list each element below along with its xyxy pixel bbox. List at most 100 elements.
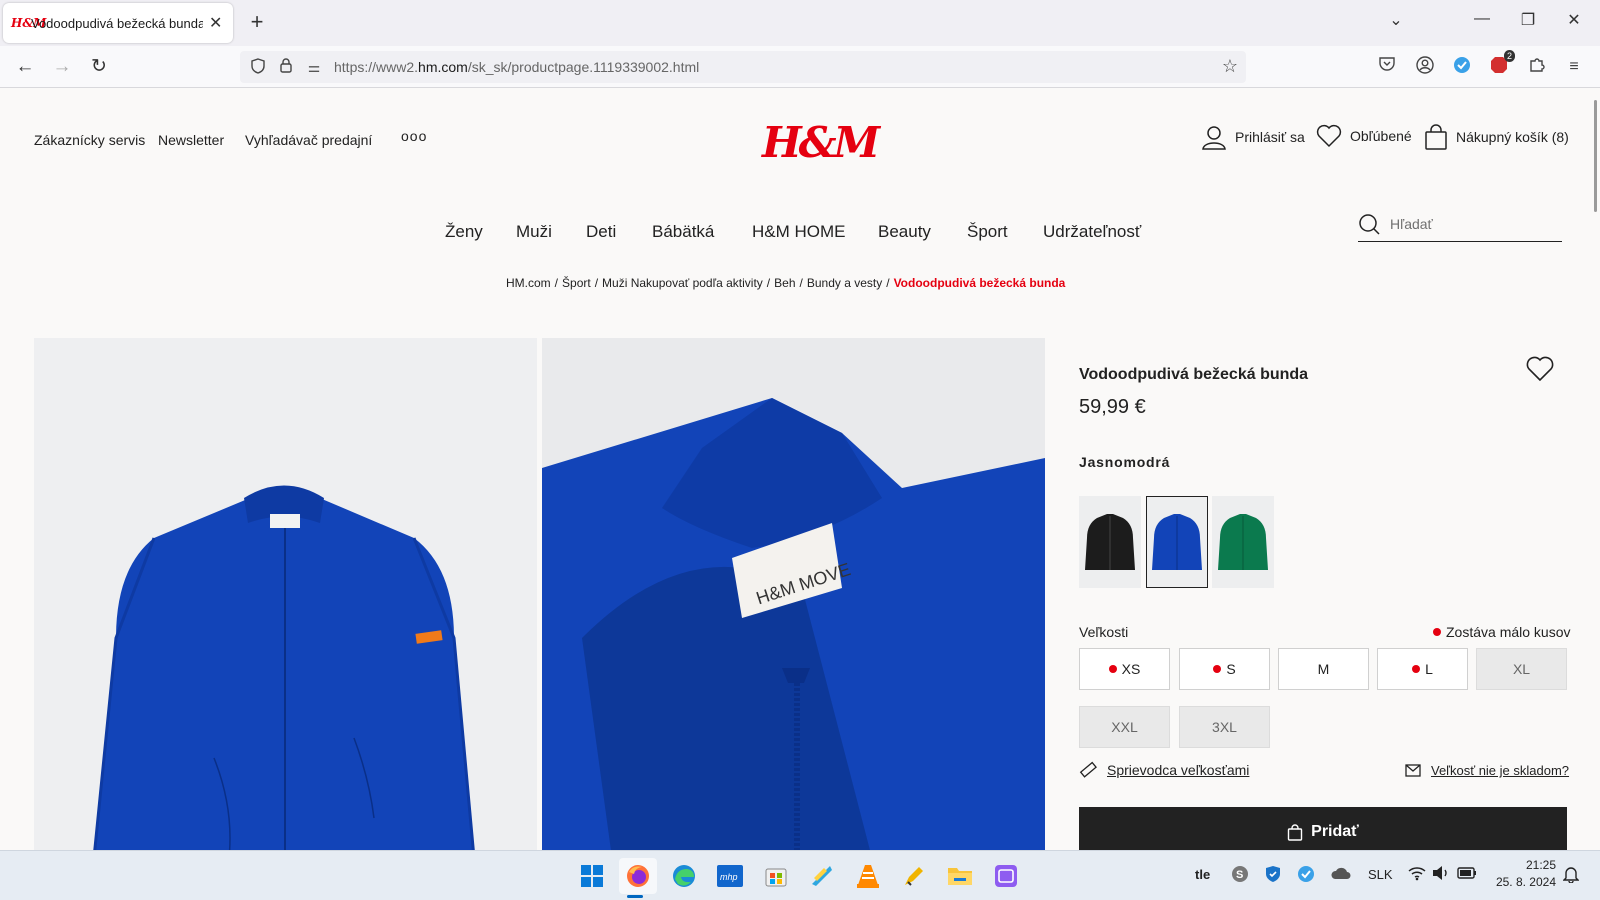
permissions-icon[interactable]: ⚌ — [300, 59, 328, 76]
tab-list-icon[interactable]: ⌄ — [1381, 10, 1411, 30]
newsletter-link[interactable]: Newsletter — [158, 132, 224, 148]
mhp-icon[interactable]: mhp — [711, 858, 749, 894]
heart-icon — [1316, 124, 1342, 148]
vlc-icon[interactable] — [849, 858, 887, 894]
defender-icon[interactable] — [1264, 865, 1282, 886]
shopping-bag-icon — [1287, 823, 1303, 841]
breadcrumb-item[interactable]: Bundy a vesty — [807, 276, 882, 290]
notification-bell-icon[interactable] — [1562, 865, 1580, 886]
url-text[interactable]: https://www2.hm.com/sk_sk/productpage.11… — [334, 59, 699, 75]
product-image-detail[interactable]: H&M MOVE — [542, 338, 1045, 850]
reload-icon[interactable]: ↻ — [86, 54, 112, 80]
pocket-icon[interactable] — [1375, 56, 1399, 78]
size-notify-link[interactable]: Veľkosť nie je skladom? — [1405, 763, 1569, 778]
pen-icon[interactable] — [895, 858, 933, 894]
extension-badge: 2 — [1503, 50, 1515, 62]
breadcrumb-item[interactable]: Beh — [774, 276, 795, 290]
search-icon[interactable] — [1358, 213, 1380, 235]
size-xl-button[interactable]: XL — [1476, 648, 1567, 690]
nav-men[interactable]: Muži — [516, 222, 552, 242]
breadcrumb-item[interactable]: Šport — [562, 276, 591, 290]
folder-icon[interactable] — [941, 858, 979, 894]
nav-sustainability[interactable]: Udržateľnosť — [1043, 222, 1141, 242]
onedrive-icon[interactable] — [1331, 866, 1351, 883]
store-icon[interactable] — [757, 858, 795, 894]
size-m-button[interactable]: M — [1278, 648, 1369, 690]
new-tab-icon[interactable]: + — [244, 9, 270, 35]
nav-home[interactable]: H&M HOME — [752, 222, 846, 242]
low-stock-dot — [1213, 665, 1222, 673]
remote-icon[interactable] — [987, 858, 1025, 894]
size-s-button[interactable]: S — [1179, 648, 1270, 690]
login-link[interactable]: Prihlásiť sa — [1201, 124, 1305, 150]
edge-icon[interactable] — [665, 858, 703, 894]
nav-baby[interactable]: Bábätká — [652, 222, 714, 242]
color-swatch-blue[interactable] — [1146, 496, 1208, 588]
account-icon[interactable] — [1413, 56, 1437, 78]
shield-icon[interactable] — [244, 57, 272, 77]
nav-women[interactable]: Ženy — [445, 222, 483, 242]
skype-icon[interactable]: S — [1231, 865, 1249, 886]
breadcrumb: HM.com / Šport / Muži Nakupovať podľa aktivi… — [506, 276, 1066, 290]
breadcrumb-item[interactable]: Muži Nakupovať podľa aktivity — [602, 276, 763, 290]
size-l-button[interactable]: L — [1377, 648, 1468, 690]
lock-icon[interactable] — [272, 58, 300, 76]
vpn-icon[interactable] — [1297, 865, 1315, 886]
firefox-icon[interactable] — [619, 858, 657, 894]
login-label: Prihlásiť sa — [1235, 129, 1305, 145]
window-close-icon[interactable]: ✕ — [1559, 10, 1589, 30]
active-app-indicator — [627, 895, 643, 898]
low-stock-dot — [1433, 628, 1441, 636]
size-guide-link[interactable]: Sprievodca veľkosťami — [1079, 761, 1249, 779]
store-locator-link[interactable]: Vyhľadávač predajní — [245, 132, 372, 148]
tab-title: Vodoodpudivá bežecká bunda — [31, 15, 203, 31]
back-icon[interactable]: ← — [12, 54, 38, 80]
tab-favicon: H&M — [11, 16, 47, 30]
calculator-icon[interactable] — [803, 858, 841, 894]
forward-icon[interactable]: → — [49, 54, 75, 80]
cart-link[interactable]: Nákupný košík (8) — [1424, 124, 1569, 150]
nav-sport[interactable]: Šport — [967, 222, 1008, 242]
clock-date: 25. 8. 2024 — [1495, 875, 1556, 889]
color-swatch-green[interactable] — [1212, 496, 1274, 588]
low-stock-note: Zostáva málo kusov — [1433, 624, 1571, 640]
adblock-icon[interactable]: 2 — [1487, 50, 1515, 78]
nav-beauty[interactable]: Beauty — [878, 222, 931, 242]
restore-icon[interactable]: ❐ — [1513, 10, 1543, 30]
search-input[interactable] — [1390, 215, 1550, 232]
volume-icon[interactable] — [1432, 865, 1450, 884]
size-xxl-button[interactable]: XXL — [1079, 706, 1170, 748]
minimize-icon[interactable]: — — [1467, 10, 1497, 28]
browser-tab[interactable]: H&M Vodoodpudivá bežecká bunda ✕ — [3, 3, 233, 43]
address-bar[interactable]: ⚌ https://www2.hm.com/sk_sk/productpage.… — [240, 51, 1246, 83]
extension-icon[interactable] — [1450, 56, 1474, 78]
nav-kids[interactable]: Deti — [586, 222, 616, 242]
low-stock-dot — [1412, 665, 1421, 673]
size-3xl-button[interactable]: 3XL — [1179, 706, 1270, 748]
battery-icon[interactable] — [1457, 865, 1477, 884]
low-stock-text: Zostáva málo kusov — [1446, 624, 1571, 640]
hm-logo[interactable]: H&M — [762, 118, 880, 167]
customer-service-link[interactable]: Zákaznícky servis — [34, 132, 145, 148]
color-swatch-black[interactable] — [1079, 496, 1141, 588]
bookmark-star-icon[interactable]: ☆ — [1222, 56, 1238, 77]
breadcrumb-item[interactable]: HM.com — [506, 276, 551, 290]
menu-icon[interactable]: ≡ — [1562, 56, 1586, 78]
favorites-link[interactable]: Obľúbené — [1316, 124, 1412, 148]
close-icon[interactable]: ✕ — [209, 13, 222, 33]
add-to-favorites-icon[interactable] — [1526, 356, 1554, 387]
puzzle-icon[interactable] — [1525, 56, 1549, 78]
add-to-cart-button[interactable]: Pridať — [1079, 807, 1567, 850]
size-xs-button[interactable]: XS — [1079, 648, 1170, 690]
wifi-icon[interactable] — [1408, 865, 1426, 884]
tray-weather-text[interactable]: tle — [1195, 867, 1210, 882]
product-image-front[interactable] — [34, 338, 537, 850]
product-price: 59,99 € — [1079, 396, 1146, 418]
language-indicator[interactable]: SLK — [1368, 867, 1393, 882]
selected-color-name: Jasnomodrá — [1079, 454, 1171, 470]
sizes-label: Veľkosti — [1079, 624, 1129, 640]
more-options-icon[interactable]: ooo — [401, 128, 427, 144]
start-icon[interactable] — [573, 858, 611, 894]
page-scrollbar[interactable] — [1594, 100, 1597, 212]
system-clock[interactable]: 21:25 25. 8. 2024 — [1494, 857, 1556, 891]
